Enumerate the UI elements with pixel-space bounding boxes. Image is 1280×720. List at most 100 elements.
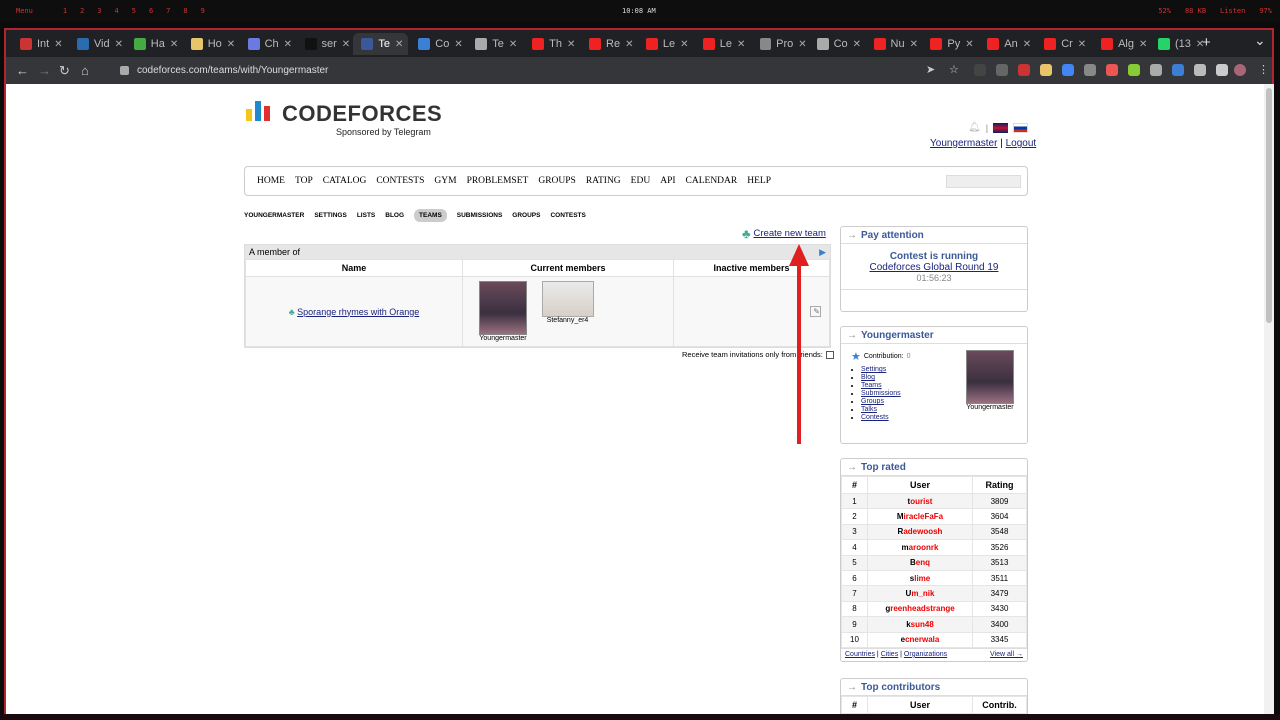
extension-icon[interactable]: [1062, 64, 1074, 76]
browser-tab[interactable]: (13 ✕: [1150, 33, 1205, 55]
close-icon[interactable]: ✕: [54, 39, 62, 50]
browser-tab[interactable]: Py ✕: [922, 33, 977, 55]
menu-item-rating[interactable]: RATING: [586, 176, 621, 186]
workspace-5[interactable]: 5: [132, 7, 136, 15]
close-icon[interactable]: ✕: [1139, 39, 1147, 50]
english-flag-icon[interactable]: [993, 122, 1009, 133]
close-icon[interactable]: ✕: [227, 39, 235, 50]
close-icon[interactable]: ✕: [737, 39, 745, 50]
browser-tab[interactable]: Te ✕: [467, 33, 522, 55]
profile-link-talks[interactable]: Talks: [861, 406, 877, 413]
contest-link[interactable]: Codeforces Global Round 19: [841, 262, 1027, 273]
browser-tab[interactable]: Le ✕: [695, 33, 750, 55]
browser-tab[interactable]: Pro ✕: [752, 33, 807, 55]
workspace-2[interactable]: 2: [80, 7, 84, 15]
send-icon[interactable]: ➤: [926, 63, 935, 76]
profile-link-blog[interactable]: Blog: [861, 374, 875, 381]
close-icon[interactable]: ✕: [509, 39, 517, 50]
expand-icon[interactable]: ▶: [819, 247, 826, 258]
close-icon[interactable]: ✕: [395, 39, 403, 50]
username-link[interactable]: Youngermaster: [930, 138, 997, 149]
search-input[interactable]: [946, 175, 1021, 188]
user-link[interactable]: slime: [867, 569, 973, 587]
organizations-link[interactable]: Organizations: [904, 651, 947, 658]
close-icon[interactable]: ✕: [1023, 39, 1031, 50]
user-link[interactable]: greenheadstrange: [867, 600, 973, 618]
create-team-label[interactable]: Create new team: [754, 228, 826, 239]
profile-link-submissions[interactable]: Submissions: [861, 390, 901, 397]
menu-item-home[interactable]: HOME: [257, 176, 285, 186]
forward-icon[interactable]: →: [38, 63, 51, 78]
profile-link-contests[interactable]: Contests: [861, 414, 889, 421]
scrollbar[interactable]: [1264, 84, 1274, 714]
menu-item-problemset[interactable]: PROBLEMSET: [467, 176, 529, 186]
profile-link-groups[interactable]: Groups: [861, 398, 884, 405]
browser-tab[interactable]: Nu ✕: [866, 33, 921, 55]
home-icon[interactable]: ⌂: [81, 63, 89, 78]
extension-icon[interactable]: [1106, 64, 1118, 76]
submenu-item-teams[interactable]: TEAMS: [414, 209, 447, 222]
close-icon[interactable]: ✕: [170, 39, 178, 50]
workspace-1[interactable]: 1: [63, 7, 67, 15]
workspace-switcher[interactable]: 1 2 3 4 5 6 7 8 9: [63, 7, 205, 15]
extension-icon[interactable]: [974, 64, 986, 76]
member-card[interactable]: Youngermaster: [479, 281, 527, 342]
browser-tab[interactable]: Int ✕: [12, 33, 67, 55]
workspace-4[interactable]: 4: [115, 7, 119, 15]
browser-tab[interactable]: Vid ✕: [69, 33, 124, 55]
profile-link-teams[interactable]: Teams: [861, 382, 882, 389]
user-link[interactable]: ksun48: [867, 616, 973, 633]
submenu-item-lists[interactable]: LISTS: [357, 212, 375, 219]
russian-flag-icon[interactable]: [1013, 122, 1029, 133]
browser-tab[interactable]: Co ✕: [809, 33, 864, 55]
extension-icon[interactable]: [1150, 64, 1162, 76]
browser-tab[interactable]: Co ✕: [410, 33, 465, 55]
close-icon[interactable]: ✕: [342, 39, 350, 50]
close-icon[interactable]: ✕: [115, 39, 123, 50]
menu-item-contests[interactable]: CONTESTS: [376, 176, 424, 186]
workspace-8[interactable]: 8: [183, 7, 187, 15]
menu-item-gym[interactable]: GYM: [434, 176, 456, 186]
submenu-item-settings[interactable]: SETTINGS: [314, 212, 347, 219]
user-link[interactable]: tourist: [867, 492, 973, 510]
reload-icon[interactable]: ↻: [59, 63, 70, 79]
close-icon[interactable]: ✕: [1078, 39, 1086, 50]
close-icon[interactable]: ✕: [680, 39, 688, 50]
close-icon[interactable]: ✕: [910, 39, 918, 50]
menu-item-edu[interactable]: EDU: [631, 176, 651, 186]
extension-icon[interactable]: [1018, 64, 1030, 76]
menu-item-catalog[interactable]: CATALOG: [323, 176, 367, 186]
browser-tab[interactable]: Re ✕: [581, 33, 636, 55]
extension-icon[interactable]: [996, 64, 1008, 76]
browser-tab[interactable]: Te ✕: [353, 33, 409, 55]
logout-link[interactable]: Logout: [1006, 138, 1037, 149]
extension-icon[interactable]: [1084, 64, 1096, 76]
user-link[interactable]: Benq: [867, 554, 973, 571]
browser-tab[interactable]: Ch ✕: [240, 33, 295, 55]
menu-item-groups[interactable]: GROUPS: [538, 176, 576, 186]
extension-icon[interactable]: [1128, 64, 1140, 76]
user-link[interactable]: MiracleFaFa: [867, 508, 973, 525]
new-tab-icon[interactable]: +: [1202, 34, 1211, 51]
workspace-7[interactable]: 7: [166, 7, 170, 15]
menu-item-calendar[interactable]: CALENDAR: [686, 176, 738, 186]
workspace-6[interactable]: 6: [149, 7, 153, 15]
menu-item-top[interactable]: TOP: [295, 176, 313, 186]
workspace-9[interactable]: 9: [201, 7, 205, 15]
close-icon[interactable]: ✕: [625, 39, 633, 50]
close-icon[interactable]: ✕: [567, 39, 575, 50]
bookmark-star-icon[interactable]: ☆: [949, 63, 959, 76]
menu-item-api[interactable]: API: [660, 176, 675, 186]
puzzle-icon[interactable]: [1194, 64, 1206, 76]
invite-checkbox[interactable]: [825, 350, 834, 359]
avatar[interactable]: [966, 350, 1014, 404]
back-icon[interactable]: ←: [16, 63, 29, 78]
user-link[interactable]: Radewoosh: [867, 523, 973, 541]
team-name-link[interactable]: Sporange rhymes with Orange: [297, 307, 419, 317]
browser-tab[interactable]: Th ✕: [524, 33, 579, 55]
browser-tab[interactable]: Le ✕: [638, 33, 693, 55]
bell-icon[interactable]: 🔔︎: [968, 122, 981, 133]
submenu-item-blog[interactable]: BLOG: [385, 212, 404, 219]
close-icon[interactable]: ✕: [965, 39, 973, 50]
submenu-item-submissions[interactable]: SUBMISSIONS: [457, 212, 503, 219]
